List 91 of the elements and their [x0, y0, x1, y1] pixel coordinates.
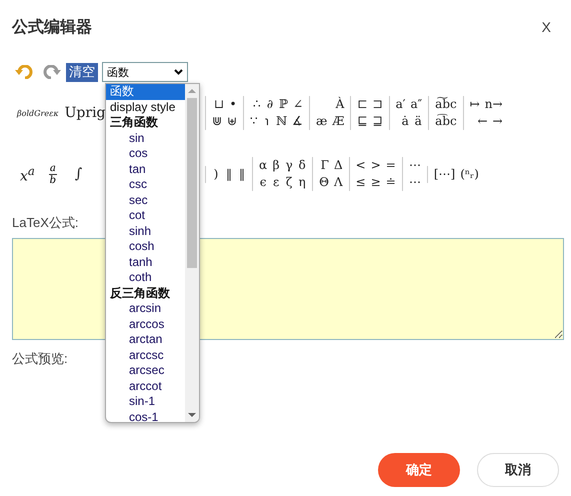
math-symbol[interactable]: δ — [298, 157, 306, 174]
chevron-icon — [174, 69, 183, 75]
math-symbol[interactable]: ⊏ — [357, 96, 368, 113]
math-symbol[interactable]: ℕ — [276, 113, 288, 130]
math-symbol[interactable]: a′ — [396, 96, 406, 113]
math-symbol[interactable]: γ — [285, 157, 294, 174]
option-group-label: 三角函数 — [109, 115, 159, 130]
math-symbol[interactable]: ä — [414, 113, 422, 130]
dropdown-option[interactable]: cos — [106, 146, 185, 162]
math-symbol[interactable]: ‖ — [225, 166, 233, 182]
math-symbol[interactable]: Θ — [319, 174, 329, 191]
math-symbol[interactable]: ⊒ — [372, 113, 383, 130]
math-symbol[interactable]: ) — [212, 166, 220, 182]
math-symbol[interactable]: Δ — [334, 157, 343, 174]
math-symbol[interactable]: ℙ — [278, 96, 288, 113]
math-symbol[interactable]: ≤ — [356, 174, 366, 191]
math-symbol[interactable]: ∂ — [266, 96, 274, 113]
scrollbar[interactable] — [185, 84, 199, 422]
symbol-label[interactable]: βoldGreεκ — [17, 108, 59, 118]
math-symbol[interactable]: À — [336, 96, 344, 113]
math-symbol[interactable]: a͠bc — [435, 96, 457, 113]
math-symbol[interactable]: Æ — [332, 113, 344, 130]
dropdown-option[interactable]: sin — [106, 130, 185, 146]
math-symbol[interactable]: ≥ — [370, 174, 381, 191]
dropdown-option[interactable]: arcsec — [106, 363, 185, 378]
redo-icon — [41, 65, 61, 79]
math-symbol[interactable]: ⊐ — [372, 96, 383, 113]
dropdown-option[interactable]: cosh — [106, 239, 185, 254]
dropdown-option[interactable]: tanh — [106, 254, 185, 270]
math-symbol[interactable]: ȧ — [401, 113, 410, 130]
symbol-label[interactable]: Uprig — [64, 105, 106, 121]
dropdown-option[interactable]: arcsin — [106, 301, 185, 316]
dropdown-option[interactable]: sinh — [106, 224, 185, 239]
math-symbol[interactable]: Γ — [320, 157, 329, 174]
superscript-symbol[interactable]: x$^{a}$ — [20, 164, 35, 184]
dropdown-option[interactable]: arccos — [106, 316, 185, 332]
close-button[interactable]: X — [542, 19, 559, 35]
math-symbol[interactable]: ≐ — [386, 174, 396, 191]
dropdown-option[interactable]: sec — [106, 192, 185, 208]
math-symbol[interactable]: [⋯] — [434, 166, 456, 182]
math-symbol[interactable]: ∠ — [292, 96, 304, 113]
dialog-title: 公式编辑器 — [12, 17, 92, 38]
math-symbol[interactable]: ⋯ — [408, 174, 421, 191]
dropdown-option[interactable]: csc — [106, 177, 185, 192]
math-symbol[interactable]: • — [229, 96, 238, 113]
math-symbol[interactable]: > — [370, 157, 381, 174]
dropdown-option[interactable]: arctan — [106, 332, 185, 348]
math-symbol[interactable]: α — [259, 157, 268, 174]
math-symbol[interactable]: ϵ — [259, 174, 268, 191]
math-symbol[interactable]: ∡ — [292, 113, 304, 130]
math-symbol[interactable]: ⊔ — [214, 96, 224, 113]
math-symbol[interactable]: ← — [477, 113, 488, 130]
math-symbol[interactable]: ‖ — [238, 166, 246, 182]
latex-label: LaTeX公式: — [12, 214, 78, 232]
math-symbol[interactable]: (ⁿᵣ) — [460, 166, 479, 182]
category-select[interactable]: 函数 — [102, 62, 188, 82]
math-symbol[interactable]: ζ — [285, 174, 294, 191]
math-symbol[interactable]: ⋯ — [408, 157, 421, 174]
math-symbol[interactable]: ⊑ — [357, 113, 368, 130]
math-symbol[interactable]: ∵ — [250, 113, 258, 130]
option-group-label: 反三角函数 — [108, 286, 171, 301]
math-symbol[interactable]: ∴ — [252, 96, 261, 113]
math-symbol[interactable]: ⊎ — [227, 113, 238, 130]
math-symbol[interactable]: a″ — [410, 96, 422, 113]
dropdown-option[interactable]: display style — [106, 100, 185, 115]
dropdown-option[interactable]: 函数 — [106, 84, 185, 100]
dropdown-option[interactable]: coth — [106, 270, 185, 286]
math-symbol[interactable]: = — [386, 157, 396, 174]
undo-icon — [15, 65, 35, 79]
math-symbol[interactable]: Λ — [334, 174, 343, 191]
math-symbol[interactable]: a͡bc — [435, 113, 457, 130]
symbol-label[interactable]: ∫ — [74, 166, 82, 182]
math-symbol[interactable]: < — [356, 157, 366, 174]
math-symbol[interactable]: → — [492, 113, 503, 130]
math-symbol[interactable]: ε — [272, 174, 280, 191]
clear-button[interactable]: 清空 — [66, 62, 98, 82]
math-symbol[interactable]: ↦ — [470, 96, 480, 113]
dropdown-option[interactable]: cos-1 — [106, 410, 185, 422]
dropdown-option[interactable]: sin-1 — [106, 394, 185, 410]
math-symbol[interactable]: ⋓ — [212, 113, 222, 130]
math-symbol[interactable]: ℩ — [263, 113, 272, 130]
dropdown-option[interactable]: arccot — [106, 378, 185, 394]
dropdown-option[interactable]: arccsc — [106, 348, 185, 363]
dropdown-option[interactable]: tan — [106, 162, 185, 177]
math-symbol[interactable]: n→ — [484, 96, 503, 113]
cancel-button[interactable]: 取消 — [477, 453, 559, 487]
dropdown-option[interactable]: cot — [106, 208, 185, 224]
preview-label: 公式预览: — [12, 350, 68, 368]
math-symbol[interactable]: β — [272, 157, 280, 174]
math-symbol[interactable]: η — [298, 174, 306, 191]
math-symbol[interactable]: æ — [316, 113, 328, 130]
